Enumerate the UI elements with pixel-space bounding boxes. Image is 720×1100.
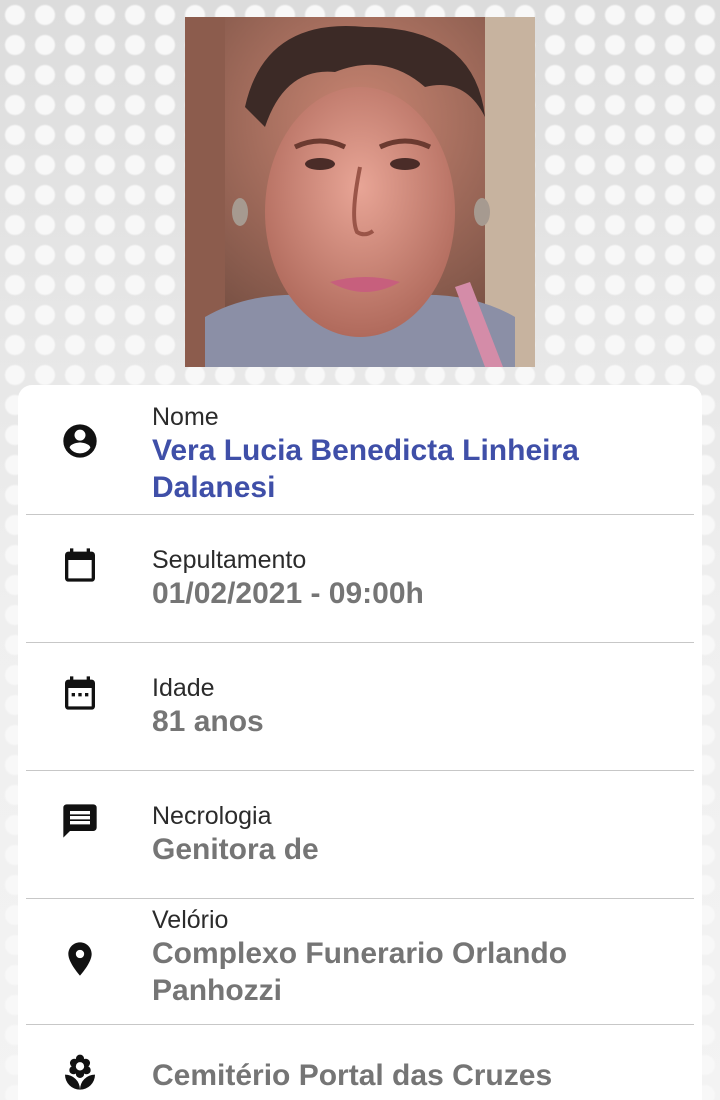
location-pin-icon <box>60 939 100 979</box>
field-row-velorio: Velório Complexo Funerario Orlando Panho… <box>26 899 694 1025</box>
deceased-photo <box>185 17 535 367</box>
field-label: Sepultamento <box>152 546 307 574</box>
field-text-nome: Nome Vera Lucia Benedicta Linheira Dalan… <box>152 402 674 506</box>
field-row-nome: Nome Vera Lucia Benedicta Linheira Dalan… <box>26 385 694 515</box>
wake-location: Complexo Funerario Orlando Panhozzi <box>152 937 568 1007</box>
burial-datetime: 01/02/2021 - 09:00h <box>152 577 424 610</box>
field-label: Necrologia <box>152 802 272 830</box>
field-text-sepultamento: Sepultamento 01/02/2021 - 09:00h <box>152 545 674 612</box>
portrait-image <box>185 17 535 367</box>
message-icon <box>60 801 100 841</box>
obituary-value: Genitora de <box>152 833 319 866</box>
field-text-necrologia: Necrologia Genitora de <box>152 801 674 868</box>
info-card: Nome Vera Lucia Benedicta Linheira Dalan… <box>18 385 702 1100</box>
flower-icon <box>60 1053 100 1093</box>
age-value: 81 anos <box>152 705 264 738</box>
deceased-name: Vera Lucia Benedicta Linheira Dalanesi <box>152 434 579 504</box>
field-row-cemiterio: Cemitério Portal das Cruzes <box>26 1025 694 1100</box>
field-label: Nome <box>152 403 219 431</box>
calendar-icon <box>60 545 100 585</box>
field-text-velorio: Velório Complexo Funerario Orlando Panho… <box>152 905 674 1009</box>
field-label: Velório <box>152 906 229 934</box>
account-circle-icon <box>60 421 100 461</box>
field-row-necrologia: Necrologia Genitora de <box>26 771 694 899</box>
cemetery-name: Cemitério Portal das Cruzes <box>152 1059 553 1092</box>
field-label: Idade <box>152 674 215 702</box>
calendar-event-icon <box>60 673 100 713</box>
field-text-idade: Idade 81 anos <box>152 673 674 740</box>
field-row-sepultamento: Sepultamento 01/02/2021 - 09:00h <box>26 515 694 643</box>
field-text-cemiterio: Cemitério Portal das Cruzes <box>152 1057 674 1094</box>
field-row-idade: Idade 81 anos <box>26 643 694 771</box>
